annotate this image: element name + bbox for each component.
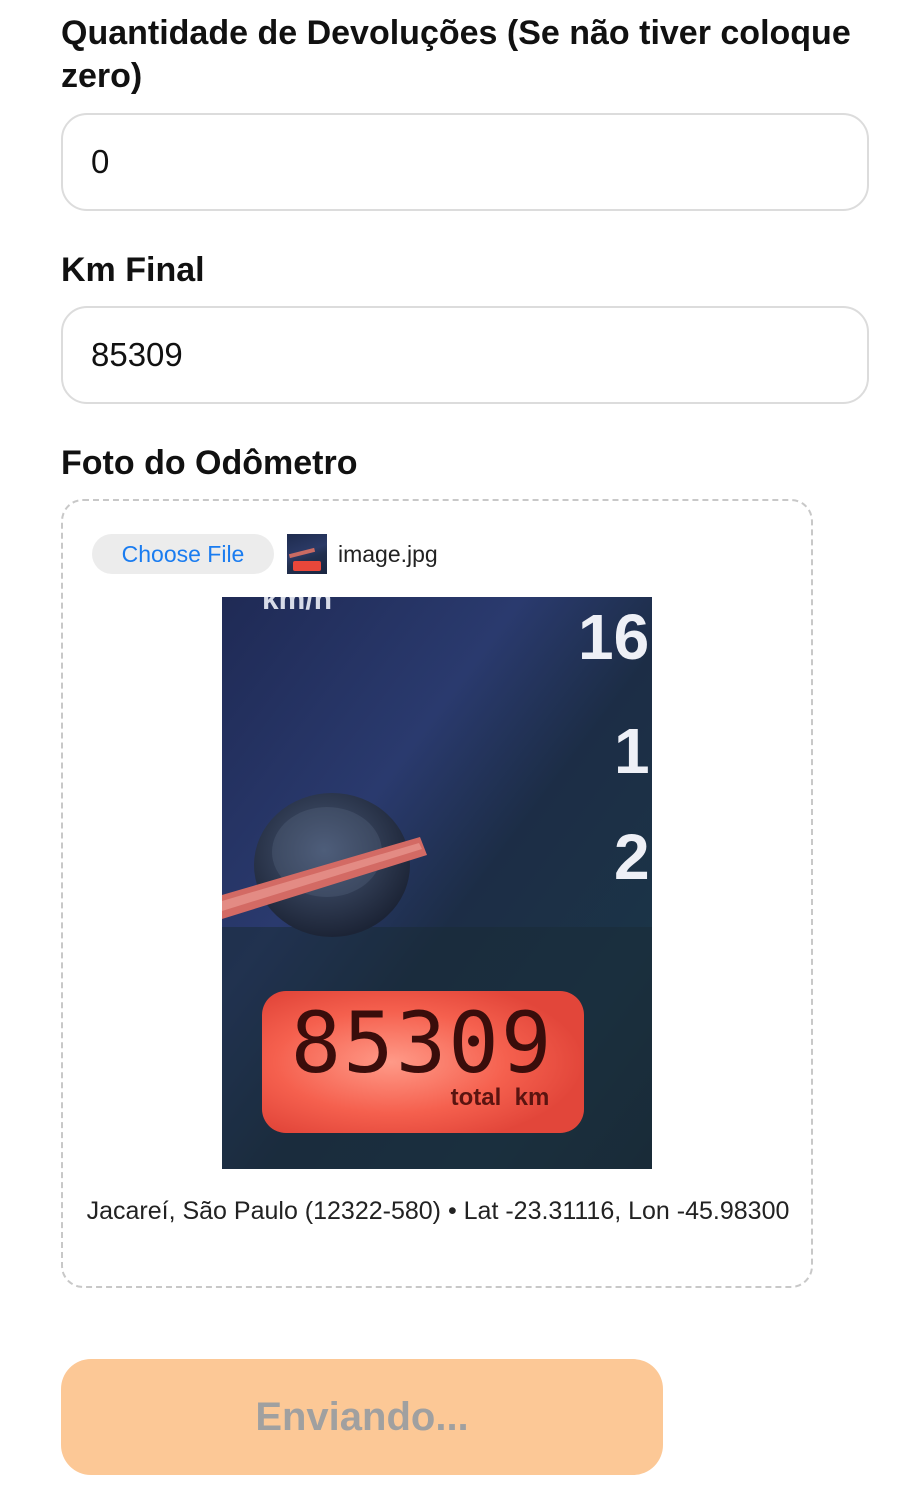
speed-mark-2: 2	[614, 821, 650, 893]
odometer-reading: 85309	[291, 994, 554, 1092]
odometer-photo-preview: km/h 16 1 2 85309 total km	[222, 597, 652, 1169]
speed-mark-1: 1	[614, 715, 650, 787]
returns-quantity-label: Quantidade de Devoluções (Se não tiver c…	[61, 14, 851, 95]
km-final-input[interactable]	[61, 306, 869, 404]
km-final-label: Km Final	[61, 251, 205, 289]
odometer-photo-label: Foto do Odômetro	[61, 444, 358, 482]
submit-button[interactable]: Enviando...	[61, 1359, 663, 1475]
selected-file-name: image.jpg	[338, 541, 438, 567]
returns-quantity-input[interactable]	[61, 113, 869, 211]
odometer-caption: total km	[451, 1084, 550, 1111]
choose-file-button[interactable]: Choose File	[92, 534, 274, 574]
speed-unit-text: km/h	[262, 597, 332, 616]
speed-mark-16: 16	[578, 601, 649, 673]
delivery-form: Quantidade de Devoluções (Se não tiver c…	[0, 0, 899, 1504]
photo-upload-area: Choose File image.jpg km/h 16 1 2 85309 …	[61, 499, 813, 1288]
file-thumbnail-icon	[287, 534, 327, 574]
photo-location-text: Jacareí, São Paulo (12322-580) • Lat -23…	[86, 1197, 790, 1225]
